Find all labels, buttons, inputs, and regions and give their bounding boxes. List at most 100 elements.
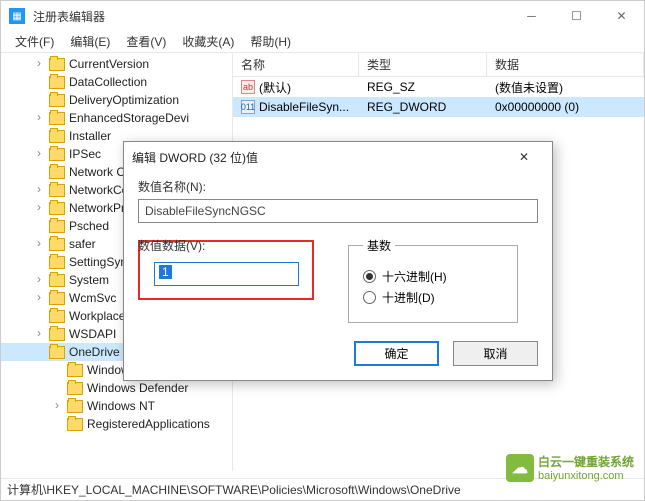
tree-item-label: Windows Defender: [87, 381, 188, 395]
base-legend: 基数: [363, 237, 395, 254]
expand-icon[interactable]: ›: [33, 200, 45, 214]
tree-item-label: EnhancedStorageDevi: [69, 111, 189, 125]
folder-icon: [49, 166, 65, 179]
expand-icon[interactable]: ›: [33, 272, 45, 286]
close-button[interactable]: ✕: [599, 1, 644, 31]
tree-item[interactable]: › Windows NT: [1, 397, 232, 415]
value-icon: 011: [241, 100, 255, 114]
watermark: ☁ 白云一键重装系统 baiyunxitong.com: [506, 453, 634, 482]
app-icon: ▦: [9, 8, 25, 24]
tree-item-label: IPSec: [69, 147, 101, 161]
folder-icon: [49, 130, 65, 143]
window-title: 注册表编辑器: [33, 8, 509, 25]
expand-icon[interactable]: ›: [51, 398, 63, 412]
value-data: (数值未设置): [487, 79, 644, 96]
col-type[interactable]: 类型: [359, 53, 487, 76]
menu-edit[interactable]: 编辑(E): [62, 31, 118, 52]
value-icon: ab: [241, 80, 255, 94]
dialog-close-button[interactable]: ✕: [504, 142, 544, 172]
name-label: 数值名称(N):: [138, 178, 538, 195]
titlebar: ▦ 注册表编辑器 ─ ☐ ✕: [1, 1, 644, 31]
folder-icon: [49, 94, 65, 107]
folder-icon: [49, 112, 65, 125]
radio-hex[interactable]: 十六进制(H): [363, 268, 503, 285]
watermark-url: baiyunxitong.com: [538, 470, 634, 482]
menubar: 文件(F) 编辑(E) 查看(V) 收藏夹(A) 帮助(H): [1, 31, 644, 53]
minimize-button[interactable]: ─: [509, 1, 554, 31]
menu-view[interactable]: 查看(V): [118, 31, 174, 52]
radio-dec[interactable]: 十进制(D): [363, 289, 503, 306]
list-row[interactable]: ab (默认) REG_SZ(数值未设置): [233, 77, 644, 97]
folder-icon: [49, 292, 65, 305]
folder-icon: [49, 238, 65, 251]
folder-icon: [49, 328, 65, 341]
base-group: 基数 十六进制(H) 十进制(D): [348, 237, 518, 323]
tree-item[interactable]: Windows Defender: [1, 379, 232, 397]
tree-item-label: DataCollection: [69, 75, 147, 89]
folder-icon: [67, 382, 83, 395]
expand-icon[interactable]: ›: [33, 146, 45, 160]
expand-icon[interactable]: ›: [33, 326, 45, 340]
tree-item[interactable]: › CurrentVersion: [1, 55, 232, 73]
value-name: (默认): [259, 79, 291, 96]
tree-item-label: OneDrive: [69, 345, 120, 359]
folder-icon: [49, 346, 65, 359]
folder-icon: [67, 364, 83, 377]
tree-item-label: RegisteredApplications: [87, 417, 210, 431]
watermark-text: 白云一键重装系统: [538, 455, 634, 469]
value-name: DisableFileSyn...: [259, 100, 349, 114]
dialog-title: 编辑 DWORD (32 位)值: [132, 149, 504, 166]
value-data: 0x00000000 (0): [487, 100, 644, 114]
folder-icon: [49, 256, 65, 269]
menu-favorites[interactable]: 收藏夹(A): [174, 31, 242, 52]
edit-dword-dialog: 编辑 DWORD (32 位)值 ✕ 数值名称(N): DisableFileS…: [123, 141, 553, 381]
folder-icon: [67, 418, 83, 431]
radio-dec-icon: [363, 291, 376, 304]
tree-item[interactable]: RegisteredApplications: [1, 415, 232, 433]
menu-help[interactable]: 帮助(H): [242, 31, 299, 52]
tree-item-label: CurrentVersion: [69, 57, 149, 71]
maximize-button[interactable]: ☐: [554, 1, 599, 31]
folder-icon: [49, 220, 65, 233]
list-header: 名称 类型 数据: [233, 53, 644, 77]
expand-icon[interactable]: ›: [33, 110, 45, 124]
expand-icon[interactable]: ›: [33, 182, 45, 196]
radio-hex-label: 十六进制(H): [382, 268, 447, 285]
ok-button[interactable]: 确定: [354, 341, 439, 366]
list-row[interactable]: 011 DisableFileSyn... REG_DWORD0x00000000 …: [233, 97, 644, 117]
tree-item-label: WcmSvc: [69, 291, 116, 305]
tree-item-label: WSDAPI: [69, 327, 116, 341]
tree-item[interactable]: DataCollection: [1, 73, 232, 91]
tree-item-label: Psched: [69, 219, 109, 233]
expand-icon[interactable]: ›: [33, 290, 45, 304]
folder-icon: [49, 148, 65, 161]
tree-item-label: Windows NT: [87, 399, 155, 413]
expand-icon[interactable]: ›: [33, 56, 45, 70]
tree-item[interactable]: › EnhancedStorageDevi: [1, 109, 232, 127]
name-field[interactable]: DisableFileSyncNGSC: [138, 199, 538, 223]
tree-item-label: DeliveryOptimization: [69, 93, 179, 107]
folder-icon: [49, 184, 65, 197]
col-data[interactable]: 数据: [487, 53, 644, 76]
value-type: REG_DWORD: [359, 100, 487, 114]
cancel-button[interactable]: 取消: [453, 341, 538, 366]
tree-item-label: System: [69, 273, 109, 287]
folder-icon: [49, 310, 65, 323]
status-path: 计算机\HKEY_LOCAL_MACHINE\SOFTWARE\Policies…: [7, 481, 461, 498]
radio-dec-label: 十进制(D): [382, 289, 435, 306]
value-input[interactable]: 1: [154, 262, 299, 286]
menu-file[interactable]: 文件(F): [7, 31, 62, 52]
folder-icon: [67, 400, 83, 413]
tree-item-label: Installer: [69, 129, 111, 143]
folder-icon: [49, 202, 65, 215]
tree-item-label: safer: [69, 237, 96, 251]
value-type: REG_SZ: [359, 80, 487, 94]
expand-icon[interactable]: ›: [33, 236, 45, 250]
folder-icon: [49, 58, 65, 71]
tree-item[interactable]: DeliveryOptimization: [1, 91, 232, 109]
watermark-icon: ☁: [506, 454, 534, 482]
folder-icon: [49, 76, 65, 89]
folder-icon: [49, 274, 65, 287]
col-name[interactable]: 名称: [233, 53, 359, 76]
radio-hex-icon: [363, 270, 376, 283]
